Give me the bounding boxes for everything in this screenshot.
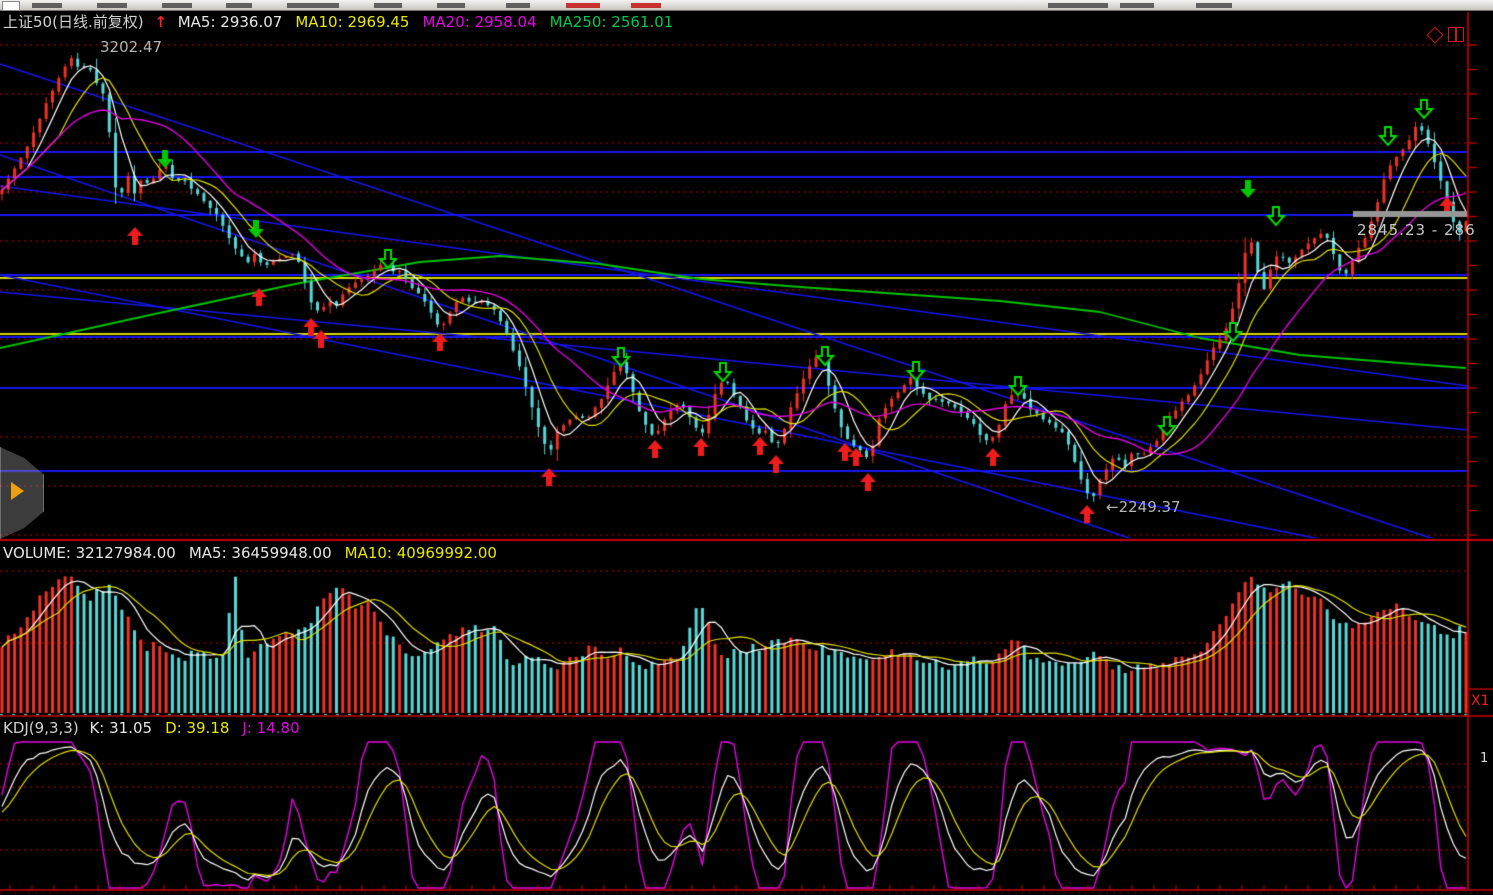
main-ma-label: MA5:	[178, 13, 221, 31]
expand-arrow-icon	[11, 482, 24, 500]
menu-item-stub[interactable]	[437, 3, 465, 8]
diamond-icon[interactable]	[1427, 26, 1444, 43]
volume-stat-label: MA10:	[345, 544, 397, 562]
last-price-label: 2845.23 - 286	[1357, 221, 1491, 239]
kdj-stat-label: K:	[89, 719, 109, 737]
menu-item-stub-highlight[interactable]	[631, 3, 661, 8]
menu-item-stub[interactable]	[162, 3, 192, 8]
chart-title: 上证50(日线.前复权)	[3, 13, 144, 31]
kdj-stat-label: J:	[242, 719, 256, 737]
menu-item-stub[interactable]	[374, 3, 402, 8]
volume-stat-label: VOLUME:	[3, 544, 76, 562]
menu-item-stub[interactable]	[1120, 3, 1154, 8]
menu-item-stub[interactable]	[226, 3, 252, 8]
window-icon[interactable]	[1448, 27, 1464, 42]
volume-panel-header: VOLUME: 32127984.00 MA5: 36459948.00 MA10:…	[3, 544, 510, 562]
menu-item-stub[interactable]	[1196, 3, 1232, 8]
kdj-stat-value: 39.18	[186, 719, 229, 737]
main-ma-value: 2561.01	[611, 13, 673, 31]
high-price-annotation: 3202.47	[100, 38, 162, 56]
menu-item-stub[interactable]	[97, 3, 127, 8]
menu-item-stub[interactable]	[1048, 3, 1108, 8]
kdj-scale-label: 1	[1480, 751, 1488, 766]
chart-corner-tools	[1429, 27, 1464, 42]
volume-stat-label: MA5:	[189, 544, 232, 562]
main-ma-value: 2958.04	[475, 13, 537, 31]
menu-item-stub[interactable]	[506, 3, 530, 8]
kdj-stat-value: 14.80	[257, 719, 300, 737]
main-ma-value: 2936.07	[220, 13, 282, 31]
volume-stat-value: 40969992.00	[397, 544, 497, 562]
menu-bar[interactable]	[0, 0, 1493, 11]
main-ma-value: 2969.45	[347, 13, 409, 31]
menu-item-stub-highlight[interactable]	[566, 3, 600, 8]
chart-canvas[interactable]	[0, 0, 1493, 895]
zoom-level-badge[interactable]: X1	[1471, 693, 1490, 709]
volume-stat-value: 32127984.00	[76, 544, 176, 562]
trading-terminal-window: 上证50(日线.前复权) ↑ MA5: 2936.07 MA10: 2969.45…	[0, 0, 1493, 895]
app-icon[interactable]	[2, 1, 20, 11]
trend-up-icon: ↑	[154, 13, 167, 31]
menu-item-stub[interactable]	[32, 3, 62, 8]
main-ma-label: MA20:	[422, 13, 474, 31]
main-chart-header: 上证50(日线.前复权) ↑ MA5: 2936.07 MA10: 2969.45…	[3, 13, 686, 31]
kdj-panel-header: KDJ(9,3,3) K: 31.05 D: 39.18 J: 14.80	[3, 719, 313, 737]
kdj-title: KDJ(9,3,3)	[3, 719, 79, 737]
kdj-stat-value: 31.05	[109, 719, 152, 737]
menu-item-stub[interactable]	[287, 3, 339, 8]
kdj-stat-label: D:	[165, 719, 186, 737]
low-price-annotation: ←2249.37	[1106, 498, 1181, 516]
volume-stat-value: 36459948.00	[231, 544, 331, 562]
main-ma-label: MA10:	[295, 13, 347, 31]
main-ma-label: MA250:	[550, 13, 612, 31]
